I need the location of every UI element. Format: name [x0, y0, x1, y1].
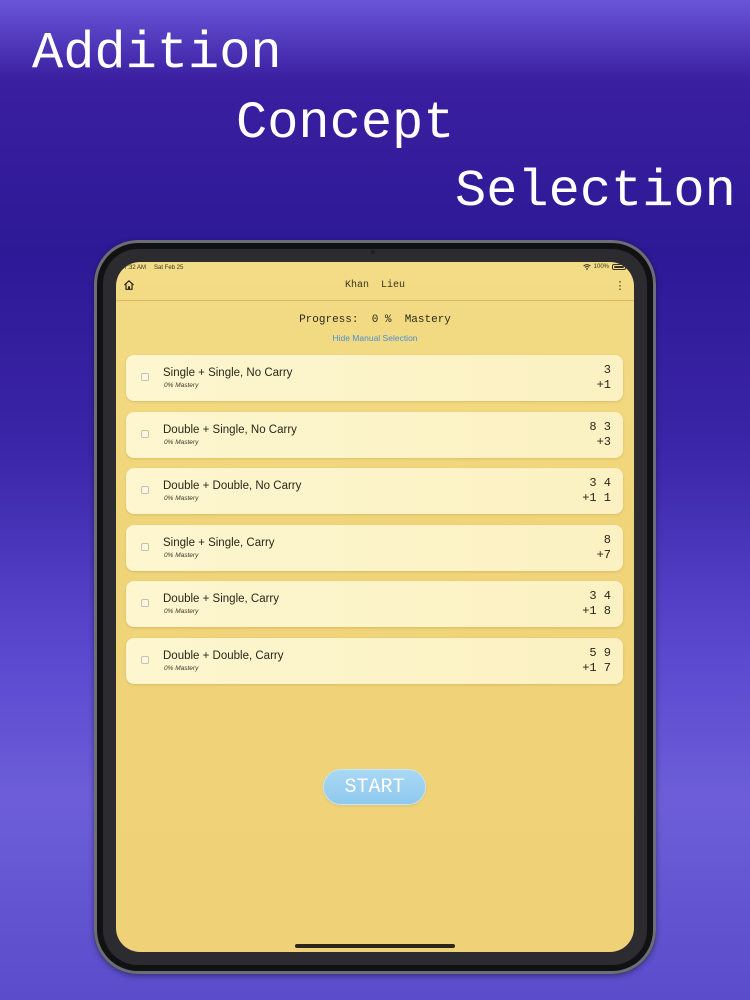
problem-top: 5 9	[589, 645, 611, 660]
status-date: Sat Feb 25	[154, 265, 184, 271]
concept-checkbox[interactable]	[141, 373, 149, 381]
headline-line-3: Selection	[455, 162, 736, 221]
progress-label: Progress:	[299, 314, 359, 326]
example-problem: 3 4 +1 1	[582, 476, 611, 506]
wifi-icon	[582, 264, 591, 270]
hide-manual-selection-link[interactable]: Hide Manual Selection	[116, 333, 634, 343]
concept-mastery: 0% Mastery	[164, 608, 199, 616]
concept-card[interactable]: Double + Double, Carry 0% Mastery 5 9 +1 …	[126, 637, 623, 684]
problem-bottom: +7	[596, 547, 611, 562]
headline-line-2: Concept	[236, 94, 455, 153]
status-right: 100%	[582, 264, 626, 270]
problem-top: 3 4	[589, 589, 611, 604]
concept-mastery: 0% Mastery	[164, 495, 199, 503]
problem-top: 8 3	[589, 419, 611, 434]
user-name-title: Khan Lieu	[344, 280, 405, 291]
camera-dot	[371, 250, 375, 254]
progress-value: 0 %	[371, 314, 392, 326]
problem-bottom: +1 8	[582, 604, 611, 619]
problem-bottom: +3	[596, 434, 611, 449]
example-problem: 3 +1	[597, 363, 611, 393]
concept-list: Single + Single, No Carry 0% Mastery 3 +1…	[126, 355, 623, 695]
progress-summary: Progress: 0 % Mastery	[116, 314, 634, 326]
concept-title: Double + Single, Carry	[163, 593, 280, 606]
concept-checkbox[interactable]	[141, 655, 149, 664]
status-time: 7:32 AM	[124, 265, 147, 271]
concept-card[interactable]: Double + Single, Carry 0% Mastery 3 4 +1 …	[126, 581, 623, 628]
concept-checkbox[interactable]	[141, 429, 149, 438]
problem-bottom: +1	[596, 378, 611, 392]
concept-checkbox[interactable]	[141, 486, 149, 495]
problem-top: 8	[603, 532, 611, 547]
concept-checkbox[interactable]	[141, 542, 149, 551]
example-problem: 8 +7	[597, 533, 611, 563]
battery-percent: 100%	[593, 264, 609, 270]
example-problem: 5 9 +1 7	[582, 646, 611, 676]
problem-top: 3	[603, 363, 611, 377]
concept-mastery: 0% Mastery	[164, 664, 199, 672]
example-problem: 8 3 +3	[589, 420, 611, 450]
concept-title: Single + Single, Carry	[163, 536, 275, 549]
concept-mastery: 0% Mastery	[164, 382, 199, 389]
concept-card[interactable]: Double + Single, No Carry 0% Mastery 8 3…	[126, 411, 623, 458]
concept-mastery: 0% Mastery	[164, 551, 199, 559]
problem-bottom: +1 7	[582, 660, 611, 675]
home-indicator[interactable]	[295, 944, 455, 948]
more-vertical-icon: ⋮	[614, 279, 626, 292]
concept-title: Double + Single, No Carry	[163, 423, 297, 436]
battery-icon	[612, 264, 626, 270]
concept-card[interactable]: Double + Double, No Carry 0% Mastery 3 4…	[126, 468, 623, 515]
app-screen: 7:32 AM Sat Feb 25 100% Khan Lieu ⋮ Prog…	[116, 262, 634, 952]
problem-bottom: +1 1	[582, 491, 611, 506]
headline-line-1: Addition	[32, 24, 282, 83]
problem-top: 3 4	[589, 476, 611, 491]
concept-mastery: 0% Mastery	[164, 438, 199, 446]
concept-card[interactable]: Single + Single, Carry 0% Mastery 8 +7	[126, 524, 623, 571]
start-button[interactable]: START	[324, 770, 425, 804]
nav-bar: Khan Lieu ⋮	[116, 274, 634, 301]
concept-title: Double + Double, Carry	[163, 649, 284, 662]
concept-title: Single + Single, No Carry	[163, 367, 293, 379]
example-problem: 3 4 +1 8	[582, 589, 611, 619]
concept-card[interactable]: Single + Single, No Carry 0% Mastery 3 +1	[126, 355, 623, 401]
status-bar: 7:32 AM Sat Feb 25 100%	[116, 262, 634, 274]
concept-title: Double + Double, No Carry	[163, 480, 302, 493]
more-menu-button[interactable]: ⋮	[614, 278, 626, 292]
concept-checkbox[interactable]	[141, 599, 149, 608]
progress-suffix: Mastery	[404, 314, 451, 326]
